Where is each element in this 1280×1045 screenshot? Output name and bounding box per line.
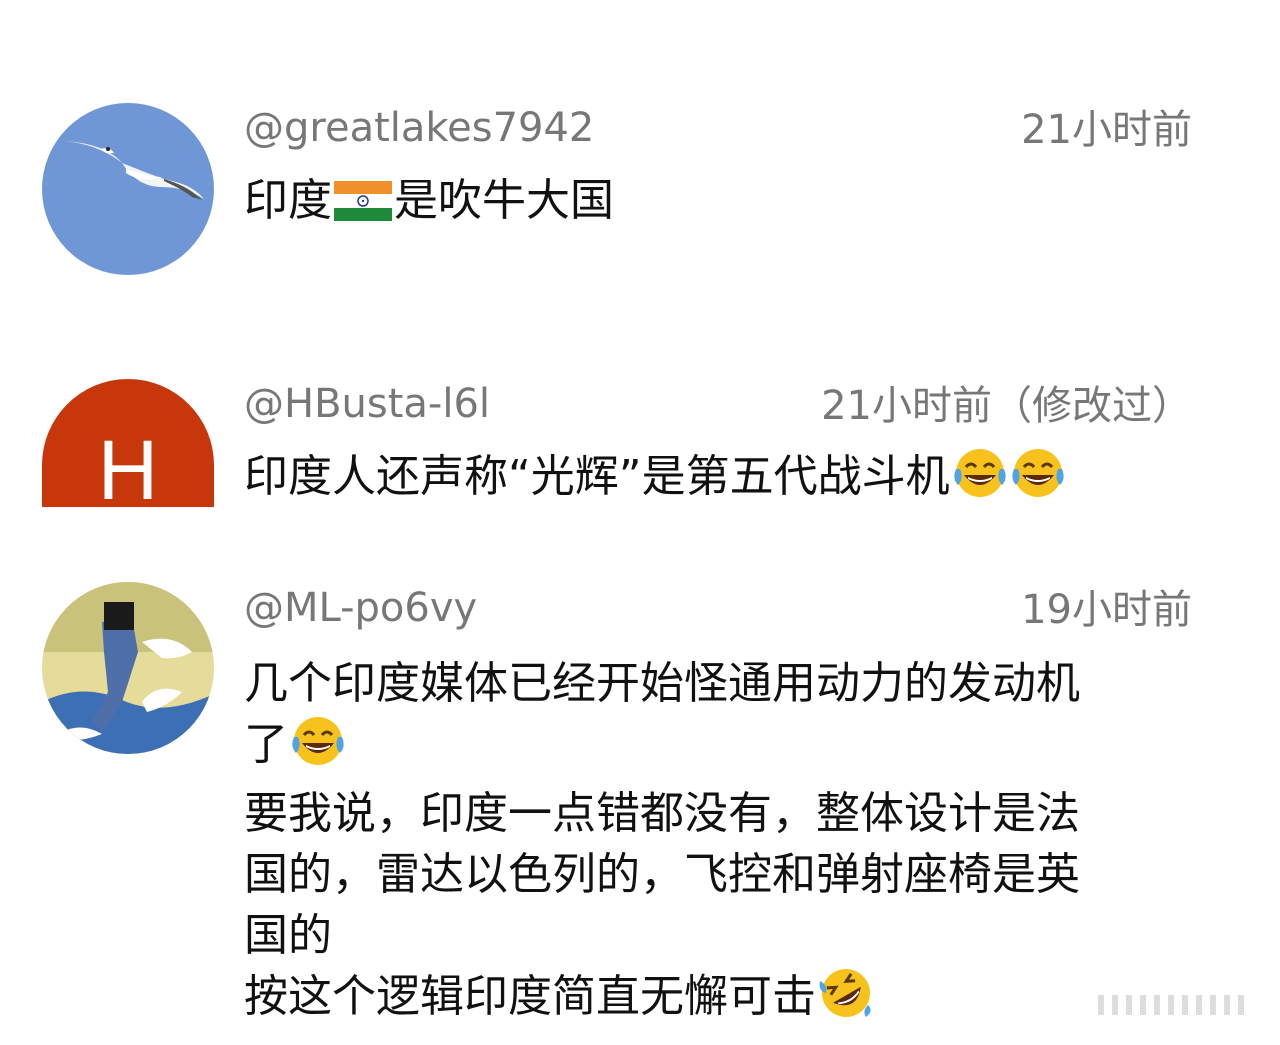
avatar[interactable]: H: [42, 379, 214, 507]
comment-line: 几个印度媒体已经开始怪通用动力的发动机: [244, 658, 1080, 709]
comment-text: 几个印度媒体已经开始怪通用动力的发动机 了 要我说，印度一点错都没有，整体设计是…: [244, 653, 1204, 1035]
comment-text-segment: 是吹牛大国: [394, 175, 614, 226]
letter-avatar-icon: H: [42, 379, 214, 507]
comment-username[interactable]: @greatlakes7942: [244, 108, 594, 148]
comment-text: 印度人还声称“光辉”是第五代战斗机: [244, 446, 1204, 515]
comment-line: 印度 是吹牛大国: [244, 170, 1204, 237]
comment-line: 印度人还声称“光辉”是第五代战斗机: [244, 446, 1204, 515]
comment-text: 印度 是吹牛大国: [244, 170, 1204, 237]
comment-timestamp: 19小时前: [1021, 587, 1192, 633]
india-flag-icon: [334, 176, 392, 237]
comment-username[interactable]: @HBusta-l6l: [244, 384, 490, 424]
comment-line: 国的，雷达以色列的，飞控和弹射座椅是英: [244, 849, 1080, 900]
avatar-letter: H: [98, 423, 159, 507]
comment-line: 按这个逻辑印度简直无懈可击: [244, 966, 1204, 1035]
comment-line: 了: [244, 714, 1204, 783]
comment-line: 国的: [244, 910, 332, 961]
avatar[interactable]: [42, 582, 214, 754]
comment-text-segment: 了: [244, 719, 288, 770]
comment-list: @greatlakes7942 21小时前 印度 是吹牛大国 H @HBusta-…: [0, 0, 1280, 1045]
seagull-avatar-icon: [42, 103, 214, 275]
comment-text-segment: 按这个逻辑印度简直无懈可击: [244, 971, 816, 1022]
comment-timestamp: 21小时前: [1021, 107, 1192, 153]
comment-line: 要我说，印度一点错都没有，整体设计是法: [244, 788, 1080, 839]
face-with-tears-of-joy-icon: [290, 715, 346, 783]
comment-username[interactable]: @ML-po6vy: [244, 588, 477, 628]
avatar[interactable]: [42, 103, 214, 275]
face-with-tears-of-joy-icon: [952, 447, 1008, 515]
cartoon-cat-avatar-icon: [42, 582, 214, 754]
watermark-logo: [1090, 987, 1260, 1023]
comment-text-segment: 印度: [244, 175, 332, 226]
rolling-on-floor-laughing-icon: [818, 967, 874, 1035]
face-with-tears-of-joy-icon: [1010, 447, 1066, 515]
comment-timestamp: 21小时前（修改过）: [821, 383, 1192, 429]
comment-text-segment: 印度人还声称“光辉”是第五代战斗机: [244, 451, 950, 502]
